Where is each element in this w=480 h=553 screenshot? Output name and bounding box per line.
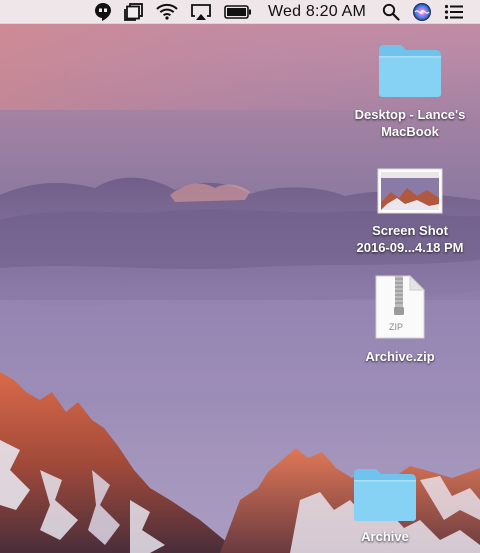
desktop-icon-label: Desktop - Lance's MacBook <box>354 107 466 139</box>
siri-icon[interactable] <box>412 0 432 24</box>
folder-icon <box>375 38 445 98</box>
desktop-file-archive-zip[interactable]: ZIP Archive.zip <box>330 274 470 365</box>
notification-center-icon[interactable] <box>444 0 464 24</box>
desktop-icon-label: Archive.zip <box>365 349 435 364</box>
wifi-icon[interactable] <box>156 0 178 24</box>
desktop-icon-label: Screen Shot 2016-09...4.18 PM <box>356 223 464 255</box>
folder-icon <box>350 462 420 522</box>
desktop-folder-lances-macbook[interactable]: Desktop - Lance's MacBook <box>340 38 480 140</box>
hangouts-icon[interactable] <box>94 0 112 24</box>
zip-file-icon: ZIP <box>370 274 430 340</box>
spotlight-search-icon[interactable] <box>382 0 400 24</box>
menu-bar-clock[interactable]: Wed 8:20 AM <box>268 0 366 24</box>
airplay-icon[interactable] <box>190 0 212 24</box>
battery-icon[interactable] <box>224 0 252 24</box>
desktop-file-screen-shot[interactable]: Screen Shot 2016-09...4.18 PM <box>340 164 480 256</box>
menu-bar: Wed 8:20 AM <box>0 0 480 24</box>
desktop-icon-label: Archive <box>361 529 409 544</box>
desktop-folder-archive[interactable]: Archive <box>315 462 455 545</box>
zip-badge: ZIP <box>388 322 403 332</box>
clipboard-stack-icon[interactable] <box>124 0 144 24</box>
screenshot-thumbnail-icon <box>375 164 445 214</box>
